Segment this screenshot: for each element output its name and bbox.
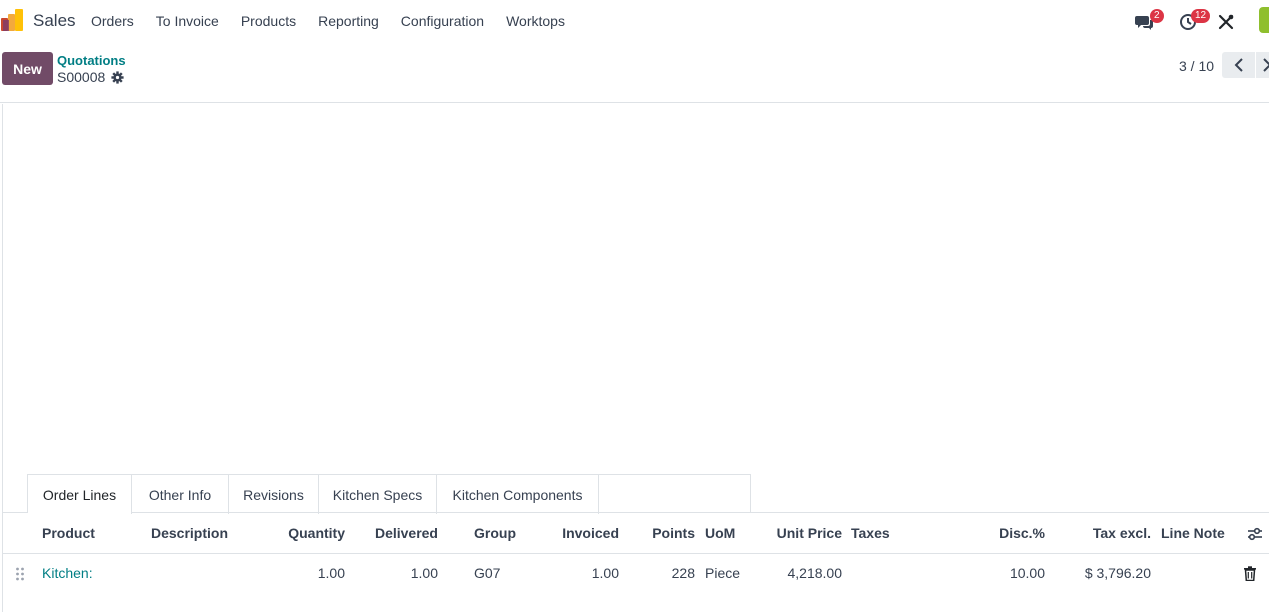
column-unit-price[interactable]: Unit Price bbox=[777, 525, 842, 541]
top-navbar: Sales Orders To Invoice Products Reporti… bbox=[0, 0, 1269, 43]
menu-item-orders[interactable]: Orders bbox=[91, 13, 134, 29]
column-group[interactable]: Group bbox=[474, 525, 516, 541]
messages-badge: 2 bbox=[1150, 9, 1164, 23]
order-lines-header: Product Description Quantity Delivered G… bbox=[2, 513, 1269, 554]
tab-other-info[interactable]: Other Info bbox=[132, 475, 229, 514]
control-panel: New Quotations S00008 3 / 10 bbox=[0, 43, 1269, 103]
column-taxes[interactable]: Taxes bbox=[851, 525, 890, 541]
column-line-note[interactable]: Line Note bbox=[1161, 525, 1225, 541]
tools-icon[interactable] bbox=[1217, 13, 1235, 31]
drag-handle-icon[interactable] bbox=[15, 567, 25, 581]
cell-points[interactable]: 228 bbox=[672, 565, 695, 581]
menu-item-products[interactable]: Products bbox=[241, 13, 296, 29]
cell-uom[interactable]: Piece bbox=[705, 565, 740, 581]
column-discount[interactable]: Disc.% bbox=[999, 525, 1045, 541]
cell-tax-excl: $ 3,796.20 bbox=[1084, 565, 1151, 581]
column-description[interactable]: Description bbox=[151, 525, 228, 541]
menu-item-reporting[interactable]: Reporting bbox=[318, 13, 379, 29]
cell-quantity[interactable]: 1.00 bbox=[318, 565, 345, 581]
tab-kitchen-specs[interactable]: Kitchen Specs bbox=[319, 475, 437, 514]
chevron-left-icon bbox=[1234, 58, 1243, 72]
main-menu: Orders To Invoice Products Reporting Con… bbox=[91, 13, 587, 29]
cell-unit-price[interactable]: 4,218.00 bbox=[788, 565, 843, 581]
record-title: S00008 bbox=[57, 69, 124, 85]
cell-invoiced[interactable]: 1.00 bbox=[592, 565, 619, 581]
column-quantity[interactable]: Quantity bbox=[288, 525, 345, 541]
pager-value[interactable]: 3 / 10 bbox=[1179, 58, 1214, 74]
column-product[interactable]: Product bbox=[42, 525, 95, 541]
sales-app-logo-icon[interactable] bbox=[1, 9, 23, 31]
chevron-right-icon bbox=[1263, 58, 1269, 72]
new-button[interactable]: New bbox=[2, 52, 53, 85]
cell-product[interactable]: Kitchen: bbox=[42, 565, 93, 581]
breadcrumb-quotations[interactable]: Quotations bbox=[57, 53, 126, 68]
column-points[interactable]: Points bbox=[652, 525, 695, 541]
app-name[interactable]: Sales bbox=[33, 11, 76, 31]
navbar-systray: 2 12 bbox=[1129, 7, 1269, 35]
activities-badge: 12 bbox=[1191, 9, 1211, 23]
user-avatar[interactable] bbox=[1259, 7, 1269, 33]
cell-discount[interactable]: 10.00 bbox=[1010, 565, 1045, 581]
column-delivered[interactable]: Delivered bbox=[375, 525, 438, 541]
column-uom[interactable]: UoM bbox=[705, 525, 735, 541]
cell-delivered[interactable]: 1.00 bbox=[411, 565, 438, 581]
menu-item-configuration[interactable]: Configuration bbox=[401, 13, 484, 29]
tab-order-lines[interactable]: Order Lines bbox=[28, 475, 132, 514]
table-row[interactable]: Kitchen: 1.00 1.00 G07 1.00 228 Piece 4,… bbox=[2, 554, 1269, 594]
menu-item-to-invoice[interactable]: To Invoice bbox=[156, 13, 219, 29]
column-invoiced[interactable]: Invoiced bbox=[562, 525, 619, 541]
menu-item-worktops[interactable]: Worktops bbox=[506, 13, 565, 29]
gear-icon[interactable] bbox=[111, 70, 124, 84]
notebook-tabs: Order Lines Other Info Revisions Kitchen… bbox=[27, 474, 751, 514]
column-tax-excl[interactable]: Tax excl. bbox=[1093, 525, 1151, 541]
trash-icon[interactable] bbox=[1243, 566, 1257, 581]
cell-group[interactable]: G07 bbox=[474, 565, 500, 581]
pager-next-button[interactable] bbox=[1256, 52, 1269, 78]
tab-kitchen-components[interactable]: Kitchen Components bbox=[437, 475, 599, 514]
record-name: S00008 bbox=[57, 69, 106, 85]
optional-columns-icon[interactable] bbox=[1246, 526, 1264, 542]
pager-previous-button[interactable] bbox=[1222, 52, 1255, 78]
tab-revisions[interactable]: Revisions bbox=[229, 475, 319, 514]
